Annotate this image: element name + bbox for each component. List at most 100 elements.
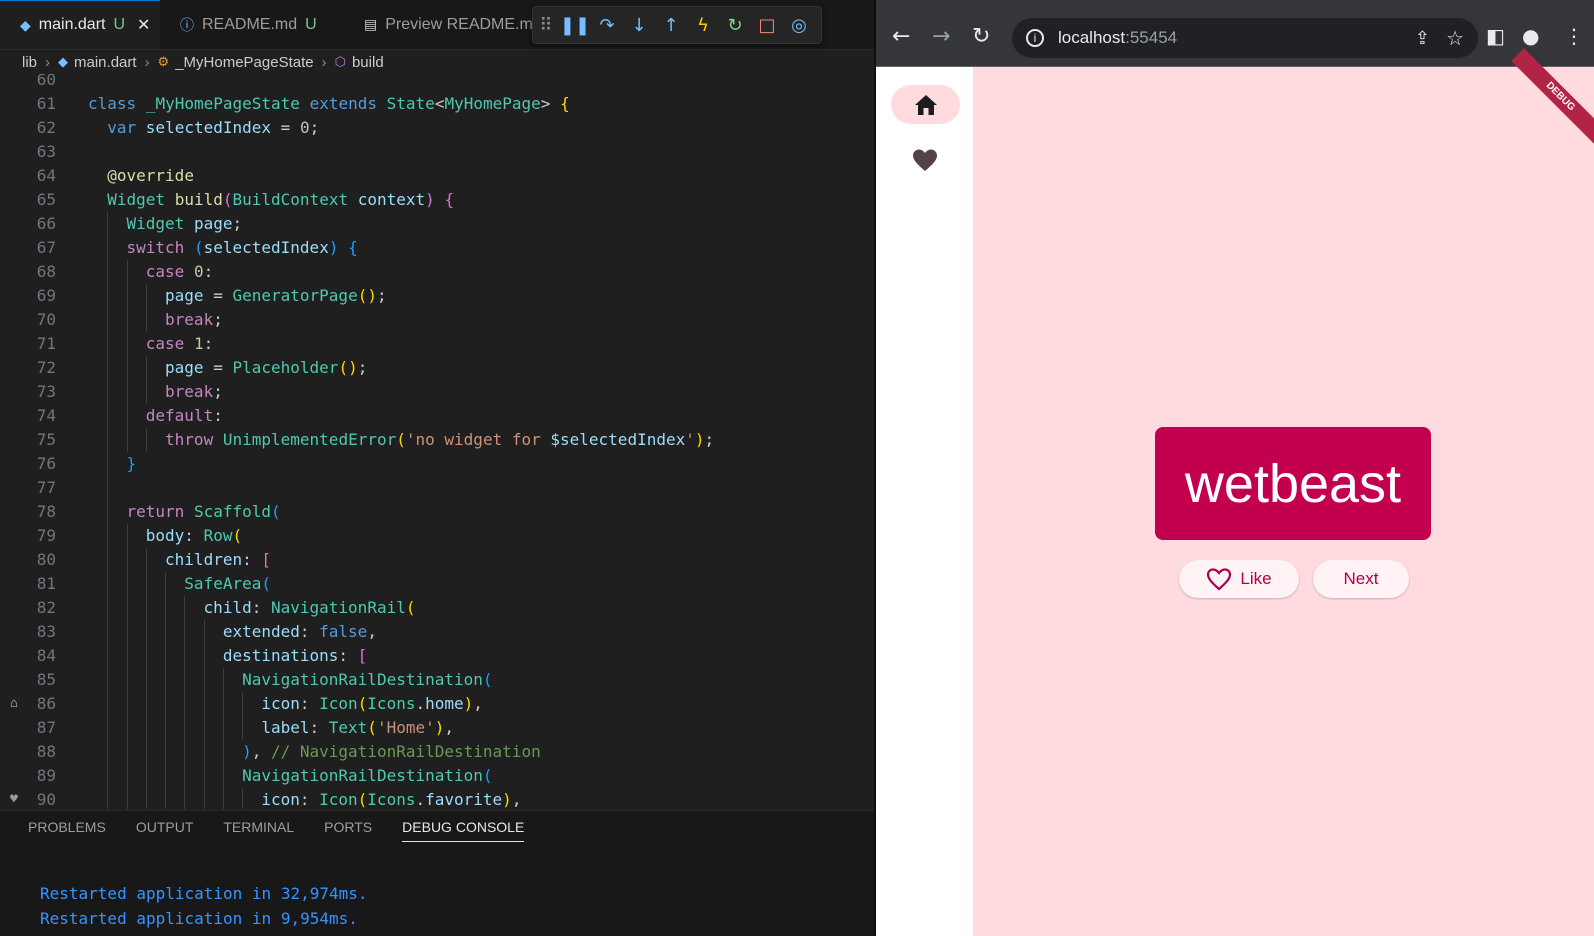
indent-guide <box>203 620 205 644</box>
code-line[interactable]: 84 destinations: [ <box>0 644 874 668</box>
word-pair-card: wetbeast <box>1155 427 1431 540</box>
code-line[interactable]: 81 SafeArea( <box>0 572 874 596</box>
heart-outline-icon <box>1207 568 1232 591</box>
line-number: 68 <box>36 262 56 281</box>
step-out-icon[interactable]: ↑ <box>655 15 687 36</box>
drag-handle-icon[interactable]: ⠿ <box>533 15 559 36</box>
hot-reload-icon[interactable]: ϟ <box>687 15 719 36</box>
code-line[interactable]: 69 page = GeneratorPage(); <box>0 284 874 308</box>
step-into-icon[interactable]: ↓ <box>623 15 655 36</box>
close-icon[interactable]: ✕ <box>137 15 150 35</box>
forward-icon[interactable]: → <box>932 24 950 49</box>
reload-icon[interactable]: ↻ <box>972 24 990 49</box>
code-line[interactable]: 72 page = Placeholder(); <box>0 356 874 380</box>
menu-kebab-icon[interactable]: ⋮ <box>1564 24 1584 48</box>
code-line[interactable]: 77 <box>0 476 874 500</box>
nav-destination-favorites[interactable] <box>912 148 938 176</box>
devtools-icon[interactable]: ◎ <box>783 15 815 36</box>
url-port: :55454 <box>1125 28 1178 47</box>
share-icon[interactable]: ⇪ <box>1415 28 1430 49</box>
indent-guide <box>184 788 186 809</box>
indent-guide <box>145 356 147 380</box>
breadcrumb-file[interactable]: main.dart <box>74 54 137 71</box>
tab-main-dart[interactable]: ◆ main.dart U ✕ <box>0 0 160 49</box>
code-line[interactable]: 89 NavigationRailDestination( <box>0 764 874 788</box>
next-button[interactable]: Next <box>1313 560 1409 598</box>
indent-guide <box>126 284 128 308</box>
indent-guide <box>203 764 205 788</box>
tab-preview-readme[interactable]: ▤ Preview README.md <box>344 0 532 49</box>
like-button-label: Like <box>1240 569 1272 588</box>
code-line[interactable]: 88), // NavigationRailDestination <box>0 740 874 764</box>
code-line[interactable]: 87 label: Text('Home'), <box>0 716 874 740</box>
breadcrumb-method[interactable]: build <box>352 54 384 71</box>
code-editor[interactable]: 60 61 class _MyHomePageState extends State… <box>0 74 874 809</box>
code-line[interactable]: 66 Widget page; <box>0 212 874 236</box>
code-text: ), // NavigationRailDestination <box>242 742 541 761</box>
code-line[interactable]: 71 case 1: <box>0 332 874 356</box>
code-line[interactable]: 75 throw UnimplementedError('no widget fo… <box>0 428 874 452</box>
gutter-heart-icon: ♥ <box>10 792 18 807</box>
tab-ports[interactable]: PORTS <box>324 819 372 842</box>
bookmark-star-icon[interactable]: ☆ <box>1446 26 1464 51</box>
line-number: 71 <box>36 334 56 353</box>
code-line[interactable]: 80 children: [ <box>0 548 874 572</box>
indent-guide <box>222 716 224 740</box>
code-line[interactable]: 73 break; <box>0 380 874 404</box>
code-line[interactable]: 62 var selectedIndex = 0; <box>0 116 874 140</box>
code-line[interactable]: 85 NavigationRailDestination( <box>0 668 874 692</box>
code-line[interactable]: 70 break; <box>0 308 874 332</box>
code-line[interactable]: 78 return Scaffold( <box>0 500 874 524</box>
code-line[interactable]: 74 default: <box>0 404 874 428</box>
address-bar[interactable]: i localhost:55454 ⇪ ☆ <box>1012 18 1478 58</box>
heart-icon <box>913 149 937 171</box>
like-button[interactable]: Like <box>1179 560 1299 598</box>
tab-debug-console[interactable]: DEBUG CONSOLE <box>402 819 525 842</box>
code-line[interactable]: 76} <box>0 452 874 476</box>
code-line[interactable]: 67 switch (selectedIndex) { <box>0 236 874 260</box>
line-number: 62 <box>36 118 56 137</box>
step-over-icon[interactable]: ↷ <box>591 15 623 36</box>
indent-guide <box>145 620 147 644</box>
indent-guide <box>184 740 186 764</box>
breadcrumb-folder[interactable]: lib <box>22 54 37 71</box>
site-info-icon[interactable]: i <box>1026 29 1044 47</box>
tab-problems[interactable]: PROBLEMS <box>28 819 106 842</box>
nav-destination-home[interactable] <box>891 85 960 124</box>
indent-guide <box>126 692 128 716</box>
stop-icon[interactable]: □ <box>751 15 783 36</box>
code-line[interactable]: 64 @override <box>0 164 874 188</box>
line-number: 75 <box>36 430 56 449</box>
back-icon[interactable]: ← <box>892 24 910 49</box>
restart-icon[interactable]: ↻ <box>719 15 751 36</box>
indent-guide <box>107 644 109 668</box>
indent-guide <box>107 668 109 692</box>
code-line[interactable]: 68 case 0: <box>0 260 874 284</box>
indent-guide <box>126 596 128 620</box>
code-line[interactable]: 65 Widget build(BuildContext context) { <box>0 188 874 212</box>
profile-icon[interactable]: ● <box>1522 24 1539 48</box>
code-line[interactable]: 83 extended: false, <box>0 620 874 644</box>
code-line[interactable]: 79 body: Row( <box>0 524 874 548</box>
code-line[interactable]: 90 ♥ icon: Icon(Icons.favorite), <box>0 788 874 809</box>
indent-guide <box>165 644 167 668</box>
tab-output[interactable]: OUTPUT <box>136 819 194 842</box>
tab-readme[interactable]: ⓘ README.md U <box>160 0 344 49</box>
indent-guide <box>165 572 167 596</box>
code-line[interactable]: 86 ⌂ icon: Icon(Icons.home), <box>0 692 874 716</box>
pause-icon[interactable]: ❚❚ <box>559 15 591 36</box>
indent-guide <box>107 308 109 332</box>
preview-icon: ▤ <box>364 16 378 32</box>
indent-guide <box>165 764 167 788</box>
code-line[interactable]: 82 child: NavigationRail( <box>0 596 874 620</box>
code-text: Widget page; <box>126 214 243 233</box>
method-symbol-icon: ⬡ <box>334 54 346 69</box>
side-panel-icon[interactable]: ◧ <box>1486 24 1505 48</box>
line-number: 65 <box>36 190 56 209</box>
breadcrumb-class[interactable]: _MyHomePageState <box>175 54 313 71</box>
code-line[interactable]: 63 <box>0 140 874 164</box>
tab-terminal[interactable]: TERMINAL <box>223 819 294 842</box>
code-line[interactable]: 60 <box>0 74 874 92</box>
code-line[interactable]: 61 class _MyHomePageState extends State<M… <box>0 92 874 116</box>
line-number: 70 <box>36 310 56 329</box>
